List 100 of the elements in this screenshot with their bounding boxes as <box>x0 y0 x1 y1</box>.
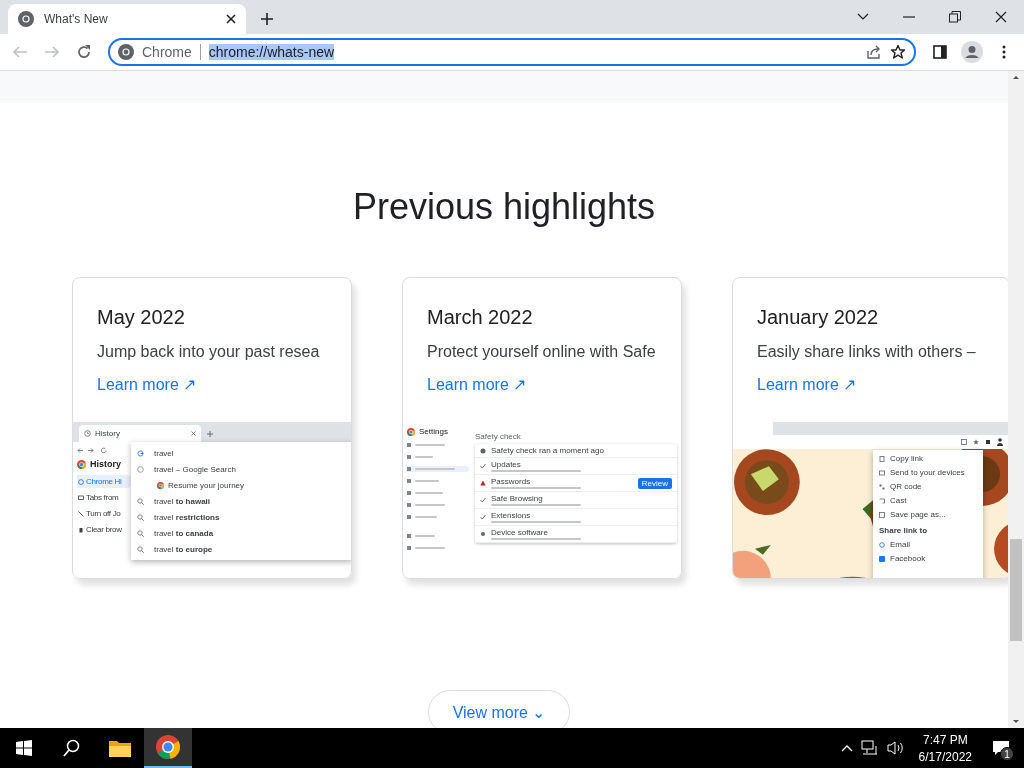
search-icon <box>137 497 144 505</box>
shield-icon <box>480 447 486 454</box>
network-icon[interactable] <box>860 740 879 756</box>
menu-item[interactable]: Send to your devices <box>879 467 965 478</box>
settings-row-title: Safety check ran a moment ago <box>491 446 604 455</box>
dot-icon <box>480 531 486 537</box>
restore-icon[interactable] <box>949 11 961 23</box>
blurred-text-line <box>415 468 455 470</box>
settings-row-title: Updates <box>491 460 521 469</box>
windows-logo-icon[interactable] <box>16 740 32 756</box>
bookmark-star-icon[interactable] <box>890 44 906 60</box>
card-description: Easily share links with others – <box>757 343 976 361</box>
menu-heading: Share link to <box>879 526 927 536</box>
search-icon <box>137 529 144 537</box>
blurred-text-line <box>415 480 439 482</box>
share-icon <box>961 439 967 445</box>
reload-icon[interactable] <box>76 44 92 60</box>
puzzle-icon <box>985 439 991 445</box>
learn-more-link[interactable]: Learn more ↗ <box>427 375 527 394</box>
settings-row-title: Extensions <box>491 511 531 520</box>
section-label: Safety check <box>475 432 521 441</box>
chrome-logo-icon <box>156 735 180 759</box>
blurred-text-line <box>415 504 445 506</box>
search-icon[interactable] <box>63 739 81 757</box>
menu-item[interactable]: QR code <box>879 481 922 492</box>
clock-icon <box>84 430 91 437</box>
chrome-logo-icon <box>118 44 134 60</box>
share-icon[interactable] <box>866 44 882 60</box>
chrome-logo-icon <box>77 460 86 469</box>
suggestion-item[interactable]: travel to canada <box>137 526 214 540</box>
check-icon <box>480 514 486 520</box>
settings-row-title: Device software <box>491 528 548 537</box>
page-title: History <box>90 460 121 469</box>
close-icon[interactable] <box>226 14 236 24</box>
journey-chip[interactable]: Resume your journey <box>137 478 245 492</box>
plus-icon[interactable] <box>261 13 273 25</box>
date-text[interactable]: 6/17/2022 <box>918 749 972 764</box>
learn-more-link[interactable]: Learn more ↗ <box>757 375 857 394</box>
learn-more-link[interactable]: Learn more ↗ <box>97 375 197 394</box>
card-title: January 2022 <box>757 306 879 329</box>
menu-item-icon <box>407 455 411 459</box>
browser-tab[interactable]: What's New <box>8 4 246 34</box>
clock-icon <box>137 465 144 473</box>
google-g-icon <box>137 449 144 457</box>
chrome-logo-icon <box>407 427 415 436</box>
scrollbar-thumb[interactable] <box>1010 539 1022 641</box>
menu-item[interactable]: Copy link <box>879 453 923 464</box>
copy-icon <box>879 455 885 462</box>
suggestion-item[interactable]: travel to europe <box>137 542 213 556</box>
section-heading: Previous highlights <box>351 187 657 227</box>
sidebar-item[interactable]: Clear brow <box>77 523 133 536</box>
blurred-text-line <box>415 535 435 537</box>
browser-tab[interactable]: History <box>79 425 201 442</box>
side-panel-icon[interactable] <box>932 44 948 60</box>
site-label: Chrome <box>142 44 192 60</box>
profile-avatar-icon[interactable] <box>961 41 983 63</box>
suggestion-item[interactable]: travel restrictions <box>137 510 220 524</box>
suggestion-item[interactable]: travel – Google Search <box>137 462 236 476</box>
folder-icon[interactable] <box>108 738 132 758</box>
volume-icon[interactable] <box>886 740 905 756</box>
scroll-up-arrow-icon[interactable] <box>1012 74 1020 80</box>
time-text[interactable]: 7:47 PM <box>922 732 968 747</box>
menu-item[interactable]: Cast <box>879 495 907 506</box>
sidebar-item[interactable]: Chrome Hi <box>77 475 133 488</box>
check-icon <box>480 497 486 503</box>
chrome-logo-icon <box>18 11 34 27</box>
suggestion-item[interactable]: travel to hawaii <box>137 494 211 508</box>
view-more-button[interactable]: View more ⌄ <box>427 690 571 728</box>
card-title: May 2022 <box>97 306 185 329</box>
chrome-taskbar-button[interactable] <box>144 728 192 768</box>
address-bar[interactable]: Chrome chrome://whats-new <box>108 38 916 66</box>
menu-item-icon <box>407 467 411 471</box>
blurred-text-line <box>415 547 445 549</box>
laptop-icon <box>78 494 84 501</box>
scroll-down-arrow-icon[interactable] <box>1012 719 1020 725</box>
search-query: travel <box>154 448 174 458</box>
menu-item-icon <box>407 546 411 550</box>
search-icon <box>137 545 144 553</box>
blurred-text-line <box>415 444 445 446</box>
card-title: March 2022 <box>427 306 533 329</box>
card-description: Jump back into your past resea <box>97 343 320 361</box>
close-icon[interactable] <box>995 11 1007 23</box>
notification-count-badge: 1 <box>1000 747 1014 761</box>
menu-item[interactable]: Facebook <box>879 553 926 564</box>
blurred-text-line <box>415 516 437 518</box>
menu-item-icon <box>407 491 411 495</box>
devices-icon <box>879 469 885 476</box>
qr-code-icon <box>879 483 885 490</box>
sidebar-item[interactable]: Tabs from <box>77 491 133 504</box>
review-button[interactable]: Review <box>637 477 672 489</box>
search-icon <box>137 513 144 521</box>
email-icon <box>879 541 885 548</box>
slash-icon <box>78 510 84 517</box>
settings-row-title: Passwords <box>491 477 531 486</box>
menu-item[interactable]: Email <box>879 539 910 550</box>
chevron-up-icon[interactable] <box>840 744 853 752</box>
sidebar-item[interactable]: Turn off Jo <box>77 507 133 520</box>
facebook-icon <box>879 555 885 562</box>
warning-icon <box>480 480 486 486</box>
menu-item[interactable]: Save page as... <box>879 509 946 520</box>
